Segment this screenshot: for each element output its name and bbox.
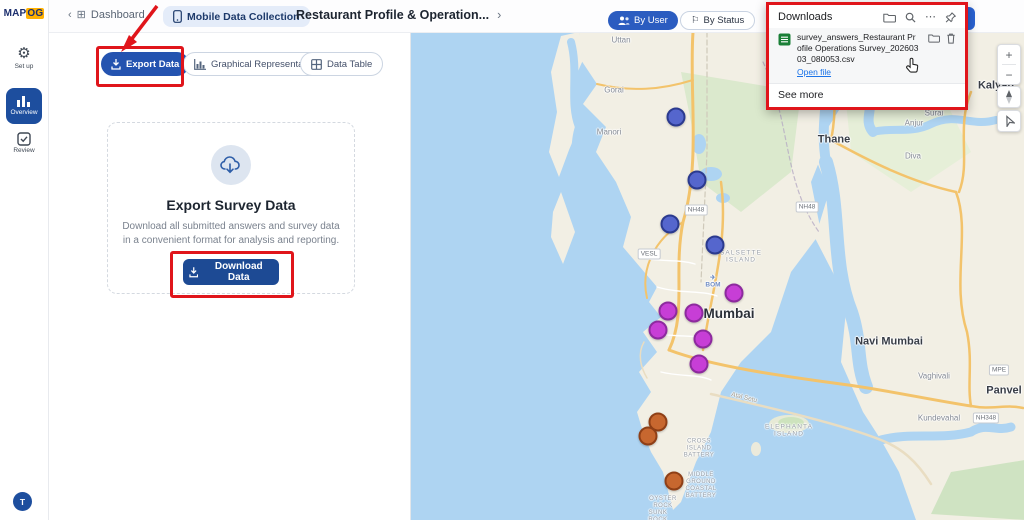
map-label: Diva	[904, 151, 922, 161]
map-label: Kundevahal	[917, 413, 961, 423]
export-survey-card: Export Survey Data Download all submitte…	[107, 122, 355, 294]
data-table-tab[interactable]: Data Table	[300, 52, 384, 76]
map-zoom-controls: + −	[997, 44, 1021, 85]
survey-point-magenta[interactable]	[693, 329, 713, 349]
map-label: Atal Setu	[730, 391, 758, 405]
export-data-tab[interactable]: Export Data	[101, 52, 190, 76]
compass-icon	[1006, 90, 1012, 104]
export-panel: Export Data Graphical Representation Dat…	[48, 32, 410, 520]
csv-file-icon	[778, 33, 791, 46]
sidebar: MAPOG ⚙ Set up Overview Review T	[0, 0, 49, 520]
survey-point-orange[interactable]	[664, 471, 684, 491]
folder-icon[interactable]	[883, 12, 896, 23]
gear-icon: ⚙	[17, 45, 31, 62]
more-icon[interactable]: ⋯	[925, 12, 936, 23]
sidebar-item-setup[interactable]: ⚙ Set up	[0, 45, 48, 71]
chevron-right-icon[interactable]: ›	[497, 8, 501, 22]
map-label: Thane	[817, 133, 851, 146]
map-label: Navi Mumbai	[855, 335, 923, 348]
export-card-description: Download all submitted answers and surve…	[122, 221, 340, 246]
breadcrumb-label[interactable]: Dashboard	[91, 9, 145, 21]
sidebar-item-overview[interactable]: Overview	[6, 88, 42, 124]
survey-point-magenta[interactable]	[689, 354, 709, 374]
navigation-arrow-icon	[1006, 115, 1015, 127]
survey-point-magenta[interactable]	[658, 301, 678, 321]
cursor-icon	[906, 57, 919, 73]
survey-point-blue[interactable]	[705, 235, 725, 255]
map-label: OYSTER ROCK	[649, 496, 677, 509]
open-file-link[interactable]: Open file	[797, 67, 831, 77]
map-label: Panvel	[986, 384, 1022, 397]
sidebar-item-label: Overview	[10, 109, 38, 116]
export-icon	[111, 58, 121, 70]
downloads-title: Downloads	[778, 11, 833, 23]
export-card-title: Export Survey Data	[166, 197, 296, 213]
cloud-download-icon	[211, 145, 251, 185]
by-status-button[interactable]: ⚐ By Status	[680, 11, 756, 30]
app-logo: MAPOG	[3, 8, 45, 19]
app-window: UttanGoraiManoriMankoliSuraiAnjurDivaKal…	[0, 0, 1024, 520]
zoom-out-button[interactable]: −	[998, 65, 1020, 84]
bar-chart-icon	[17, 96, 30, 107]
locate-control[interactable]	[997, 110, 1021, 132]
by-user-button[interactable]: By User	[608, 11, 678, 30]
map-label: SUNK ROCK	[648, 510, 668, 520]
road-badge: NH48	[684, 204, 708, 216]
download-file-name: survey_answers_Restaurant Profile Operat…	[797, 32, 919, 64]
pin-icon[interactable]	[945, 11, 956, 23]
page-title: Restaurant Profile & Operation... ›	[296, 8, 502, 22]
map-label: Uttan	[611, 35, 631, 45]
compass-control[interactable]	[997, 86, 1021, 108]
checkbox-icon	[17, 132, 31, 146]
download-item-row[interactable]: survey_answers_Restaurant Profile Operat…	[769, 28, 965, 83]
delete-icon[interactable]	[946, 33, 956, 44]
map-label: Vaghivali	[918, 371, 950, 381]
map-label: Anjur	[904, 118, 924, 128]
road-badge: NH348	[972, 412, 1000, 424]
survey-point-blue[interactable]	[660, 214, 680, 234]
survey-point-orange[interactable]	[638, 426, 658, 446]
mobile-icon	[173, 10, 182, 23]
zoom-in-button[interactable]: +	[998, 45, 1020, 64]
map-label: ✈ BOM	[705, 274, 721, 289]
users-icon	[618, 16, 630, 25]
map-label: Manori	[596, 127, 622, 137]
download-icon	[189, 266, 199, 277]
table-grid-icon	[311, 58, 322, 70]
survey-point-blue[interactable]	[687, 170, 707, 190]
map-label: Mumbai	[703, 306, 755, 322]
collection-pill[interactable]: Mobile Data Collection	[163, 6, 310, 27]
search-icon[interactable]	[905, 12, 916, 23]
road-badge: VESL	[637, 248, 661, 260]
flag-icon: ⚐	[691, 15, 700, 26]
download-data-button[interactable]: Download Data	[183, 259, 279, 285]
dashboard-grid-icon: ⊞	[76, 9, 86, 21]
survey-point-magenta[interactable]	[648, 320, 668, 340]
sidebar-item-review[interactable]: Review	[0, 132, 48, 154]
map-label: CROSS ISLAND BATTERY	[683, 438, 715, 459]
show-in-folder-icon[interactable]	[928, 33, 940, 43]
map-label: MIDDLE GROUND COASTAL BATTERY	[685, 472, 717, 499]
breadcrumb[interactable]: ‹ ⊞ Dashboard	[68, 8, 145, 22]
survey-point-magenta[interactable]	[724, 283, 744, 303]
map-label: Gorai	[604, 85, 624, 95]
road-badge: NH48	[795, 201, 819, 213]
see-more-link[interactable]: See more	[769, 83, 965, 107]
map-label: SALSETTE ISLAND	[719, 249, 763, 264]
road-badge: MPE	[988, 364, 1010, 376]
collection-label: Mobile Data Collection	[187, 10, 300, 23]
sidebar-item-label: Review	[13, 147, 35, 154]
survey-point-blue[interactable]	[666, 107, 686, 127]
avatar[interactable]: T	[13, 492, 32, 511]
map-label: ELEPHANTA ISLAND	[764, 423, 814, 438]
sidebar-item-label: Set up	[14, 63, 34, 70]
chart-icon	[194, 58, 206, 70]
survey-point-magenta[interactable]	[684, 303, 704, 323]
downloads-popup: Downloads ⋯ survey_answers_Restaurant Pr…	[766, 2, 968, 110]
back-chevron-icon[interactable]: ‹	[68, 9, 72, 21]
